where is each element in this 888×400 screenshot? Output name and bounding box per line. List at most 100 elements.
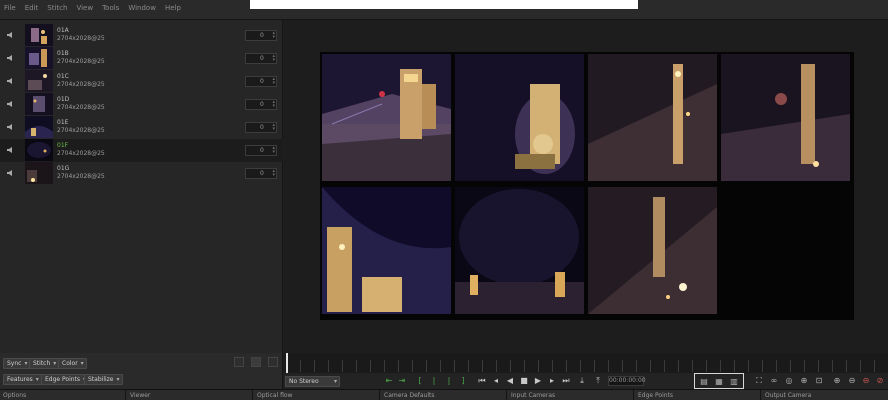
spin-arrows-icon[interactable]: ▴ ▾: [272, 77, 275, 86]
spin-arrows-icon[interactable]: ▴ ▾: [272, 54, 275, 63]
tab-separator: [760, 390, 761, 400]
camera-name: 01E: [57, 119, 69, 126]
camera-resolution: 2704x2028@25: [57, 81, 105, 88]
speaker-icon[interactable]: [6, 99, 16, 109]
menu-stitch[interactable]: Stitch: [47, 4, 67, 12]
stereo-mode-dropdown[interactable]: No Stereo: [285, 376, 340, 387]
crop-icon[interactable]: ⊡: [814, 376, 824, 386]
speaker-icon[interactable]: [6, 30, 16, 40]
sort-icon[interactable]: [268, 357, 278, 367]
camera-row-01a[interactable]: 01A 2704x2028@25 0 ▴ ▾: [0, 24, 283, 47]
camera-row-01e[interactable]: 01E 2704x2028@25 0 ▴ ▾: [0, 116, 283, 139]
title-bar-region: [250, 0, 638, 9]
play-reverse-icon[interactable]: ◀: [505, 376, 515, 386]
viewer-cell-01g[interactable]: [588, 187, 717, 314]
spin-arrows-icon[interactable]: ▴ ▾: [272, 100, 275, 109]
sync-offset-field[interactable]: 0 ▴ ▾: [245, 145, 277, 156]
stabilize-dropdown[interactable]: Stabilize: [84, 374, 123, 385]
tab-optical-flow[interactable]: Optical flow: [257, 392, 292, 399]
fullscreen-icon[interactable]: ⛶: [754, 376, 764, 386]
camera-thumbnail: [25, 93, 53, 115]
menu-view[interactable]: View: [76, 4, 93, 12]
color-dropdown[interactable]: Color: [58, 358, 87, 369]
camera-resolution: 2704x2028@25: [57, 35, 105, 42]
spin-arrows-icon[interactable]: ▴ ▾: [272, 169, 275, 178]
viewer-cell-01a[interactable]: [322, 54, 451, 181]
sync-offset-field[interactable]: 0 ▴ ▾: [245, 99, 277, 110]
camera-row-01f[interactable]: 01F 2704x2028@25 0 ▴ ▾: [0, 139, 283, 162]
sync-offset-field[interactable]: 0 ▴ ▾: [245, 53, 277, 64]
camera-thumbnail: [25, 24, 53, 46]
camera-row-01c[interactable]: 01C 2704x2028@25 0 ▴ ▾: [0, 70, 283, 93]
stop-icon[interactable]: ■: [519, 376, 529, 386]
play-icon[interactable]: ▶: [533, 376, 543, 386]
step-back-icon[interactable]: ◂: [491, 376, 501, 386]
stereo-glasses-icon[interactable]: ∞: [769, 376, 779, 386]
camera-row-01b[interactable]: 01B 2704x2028@25 0 ▴ ▾: [0, 47, 283, 70]
timecode-display[interactable]: 00:00:00:00: [608, 376, 646, 386]
in-point-icon[interactable]: |: [429, 376, 439, 386]
viewer-cell-01f[interactable]: [455, 187, 584, 314]
viewer-cell-01b[interactable]: [455, 54, 584, 181]
single-view-icon[interactable]: ▤: [699, 377, 709, 387]
tab-output-camera[interactable]: Output Camera: [765, 392, 811, 399]
stitch-dropdown[interactable]: Stitch: [29, 358, 60, 369]
viewer-cell-01d[interactable]: [721, 54, 850, 181]
speaker-icon[interactable]: [6, 168, 16, 178]
camera-thumbnail: [25, 70, 53, 92]
menu-help[interactable]: Help: [165, 4, 181, 12]
menu-file[interactable]: File: [4, 4, 16, 12]
edge-points-dropdown[interactable]: Edge Points: [41, 374, 90, 385]
sync-dropdown[interactable]: Sync: [3, 358, 31, 369]
split-view-icon[interactable]: ▥: [729, 377, 739, 387]
camera-grid: [320, 52, 854, 320]
step-forward-icon[interactable]: ▸: [547, 376, 557, 386]
tab-options[interactable]: Options: [3, 392, 26, 399]
export-out-icon[interactable]: ⤒: [593, 376, 603, 386]
grid-view-icon[interactable]: [251, 357, 261, 367]
mark-out-icon[interactable]: ⇥: [397, 376, 407, 386]
sync-offset-field[interactable]: 0 ▴ ▾: [245, 30, 277, 41]
tab-input-cameras[interactable]: Input Cameras: [511, 392, 555, 399]
go-to-end-icon[interactable]: ⏭: [561, 376, 571, 386]
in-bracket-icon[interactable]: [: [415, 376, 425, 386]
features-dropdown[interactable]: Features: [3, 374, 42, 385]
mark-in-icon[interactable]: ⇤: [384, 376, 394, 386]
zoom-out-icon[interactable]: ⊖: [847, 376, 857, 386]
tab-edge-points[interactable]: Edge Points: [638, 392, 673, 399]
sync-offset-field[interactable]: 0 ▴ ▾: [245, 76, 277, 87]
zoom-in-icon[interactable]: ⊕: [832, 376, 842, 386]
spin-arrows-icon[interactable]: ▴ ▾: [272, 31, 275, 40]
out-bracket-icon[interactable]: ]: [458, 376, 468, 386]
grid-layout-icon[interactable]: ▦: [714, 377, 724, 387]
viewer-cell-01c[interactable]: [588, 54, 717, 181]
target-icon[interactable]: ◎: [784, 376, 794, 386]
menu-edit[interactable]: Edit: [25, 4, 39, 12]
menu-window[interactable]: Window: [128, 4, 156, 12]
speaker-icon[interactable]: [6, 76, 16, 86]
tab-camera-defaults[interactable]: Camera Defaults: [384, 392, 435, 399]
camera-row-01g[interactable]: 01G 2704x2028@25 0 ▴ ▾: [0, 162, 283, 185]
viewer-cell-01e[interactable]: [322, 187, 451, 314]
playhead-icon[interactable]: [285, 353, 289, 373]
zoom-reset-icon[interactable]: ⊘: [875, 376, 885, 386]
add-circle-icon[interactable]: ⊕: [799, 376, 809, 386]
bottom-tab-bar: Options Viewer Optical flow Camera Defau…: [0, 389, 888, 400]
menu-tools[interactable]: Tools: [102, 4, 119, 12]
out-point-icon[interactable]: |: [444, 376, 454, 386]
export-in-icon[interactable]: ⤓: [577, 376, 587, 386]
list-view-icon[interactable]: [234, 357, 244, 367]
go-to-start-icon[interactable]: ⏮: [477, 376, 487, 386]
zoom-fit-icon[interactable]: ⊖: [861, 376, 871, 386]
speaker-icon[interactable]: [6, 53, 16, 63]
timeline-ruler[interactable]: [286, 360, 884, 372]
speaker-icon[interactable]: [6, 145, 16, 155]
spin-arrows-icon[interactable]: ▴ ▾: [272, 146, 275, 155]
spin-arrows-icon[interactable]: ▴ ▾: [272, 123, 275, 132]
sync-offset-field[interactable]: 0 ▴ ▾: [245, 122, 277, 133]
sync-offset-field[interactable]: 0 ▴ ▾: [245, 168, 277, 179]
camera-row-01d[interactable]: 01D 2704x2028@25 0 ▴ ▾: [0, 93, 283, 116]
timeline[interactable]: [284, 353, 888, 373]
speaker-icon[interactable]: [6, 122, 16, 132]
tab-viewer[interactable]: Viewer: [130, 392, 150, 399]
